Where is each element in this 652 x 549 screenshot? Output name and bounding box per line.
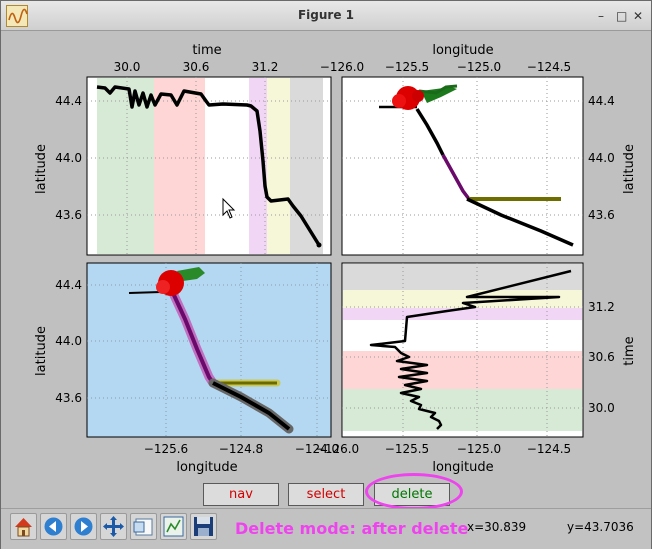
close-button[interactable]: ✕ <box>633 9 643 23</box>
maximize-button[interactable]: □ <box>616 9 627 23</box>
top-left-left-axis-label: latitude <box>34 144 49 194</box>
zoom-icon[interactable] <box>130 513 157 540</box>
top-left-top-axis-label: time <box>192 43 221 58</box>
tick-label: −126.0 <box>320 60 364 74</box>
bottom-left-left-axis-label: latitude <box>34 326 49 376</box>
tick-label: 43.6 <box>588 208 615 222</box>
top-right-top-axis-label: longitude <box>432 43 493 58</box>
tick-label: 44.4 <box>55 278 82 292</box>
delete-highlight-ellipse <box>365 473 463 510</box>
axes-bottom-left[interactable]: longitude −125.6 −124.8 −124.0 44.4 44.0… <box>34 262 339 475</box>
tick-label: −124.5 <box>527 442 571 456</box>
tick-label: −124.8 <box>219 442 263 456</box>
tick-label: −125.6 <box>144 442 188 456</box>
mode-status-text: Delete mode: after delete <box>235 519 469 538</box>
tick-label: 44.4 <box>55 94 82 108</box>
title-bar[interactable]: Figure 1 – □ ✕ <box>1 1 651 31</box>
subplots-icon[interactable] <box>160 513 187 540</box>
tick-label: 44.4 <box>588 94 615 108</box>
tick-label: 31.2 <box>588 300 615 314</box>
axes-top-right[interactable]: longitude −125.5 −125.0 −124.5 44.4 44.0… <box>341 43 637 256</box>
pan-icon[interactable] <box>100 513 127 540</box>
axes-bottom-right[interactable]: longitude −126.0 −125.5 −125.0 −124.5 31… <box>315 262 637 475</box>
tick-label: 30.6 <box>183 60 210 74</box>
nav-button[interactable]: nav <box>203 483 279 506</box>
forward-icon[interactable] <box>70 513 97 540</box>
tick-label: 44.0 <box>55 334 82 348</box>
tick-label: 30.6 <box>588 350 615 364</box>
tick-label: 30.0 <box>588 401 615 415</box>
tick-label: 31.2 <box>252 60 279 74</box>
y-coordinate-readout: y=43.7036 <box>567 520 634 534</box>
tick-label: 44.0 <box>55 151 82 165</box>
tick-label: −124.5 <box>527 60 571 74</box>
tick-label: 30.0 <box>114 60 141 74</box>
select-button[interactable]: select <box>288 483 364 506</box>
tick-label: 43.6 <box>55 208 82 222</box>
tick-label: −126.0 <box>315 442 359 456</box>
plot-canvas[interactable]: time 30.0 30.6 31.2 −126.0 44.4 44.0 43.… <box>1 32 651 477</box>
tick-label: −125.0 <box>457 60 501 74</box>
tick-label: −125.5 <box>385 60 429 74</box>
tick-label: 44.0 <box>588 151 615 165</box>
minimize-button[interactable]: – <box>598 9 604 23</box>
bottom-right-bottom-axis-label: longitude <box>432 460 493 475</box>
bottom-left-bottom-axis-label: longitude <box>176 460 237 475</box>
figure-window: Figure 1 – □ ✕ time 30.0 30.6 31.2 −126.… <box>0 0 652 549</box>
bottom-right-right-axis-label: time <box>622 336 637 365</box>
window-title: Figure 1 <box>297 8 355 22</box>
home-icon[interactable] <box>10 513 37 540</box>
axes-top-left[interactable]: time 30.0 30.6 31.2 −126.0 44.4 44.0 43.… <box>34 43 364 256</box>
tick-label: −125.5 <box>385 442 429 456</box>
save-icon[interactable] <box>190 513 217 540</box>
back-icon[interactable] <box>40 513 67 540</box>
x-coordinate-readout: x=30.839 <box>467 520 527 534</box>
top-right-right-axis-label: latitude <box>622 144 637 194</box>
tick-label: 43.6 <box>55 391 82 405</box>
tick-label: −125.0 <box>457 442 501 456</box>
